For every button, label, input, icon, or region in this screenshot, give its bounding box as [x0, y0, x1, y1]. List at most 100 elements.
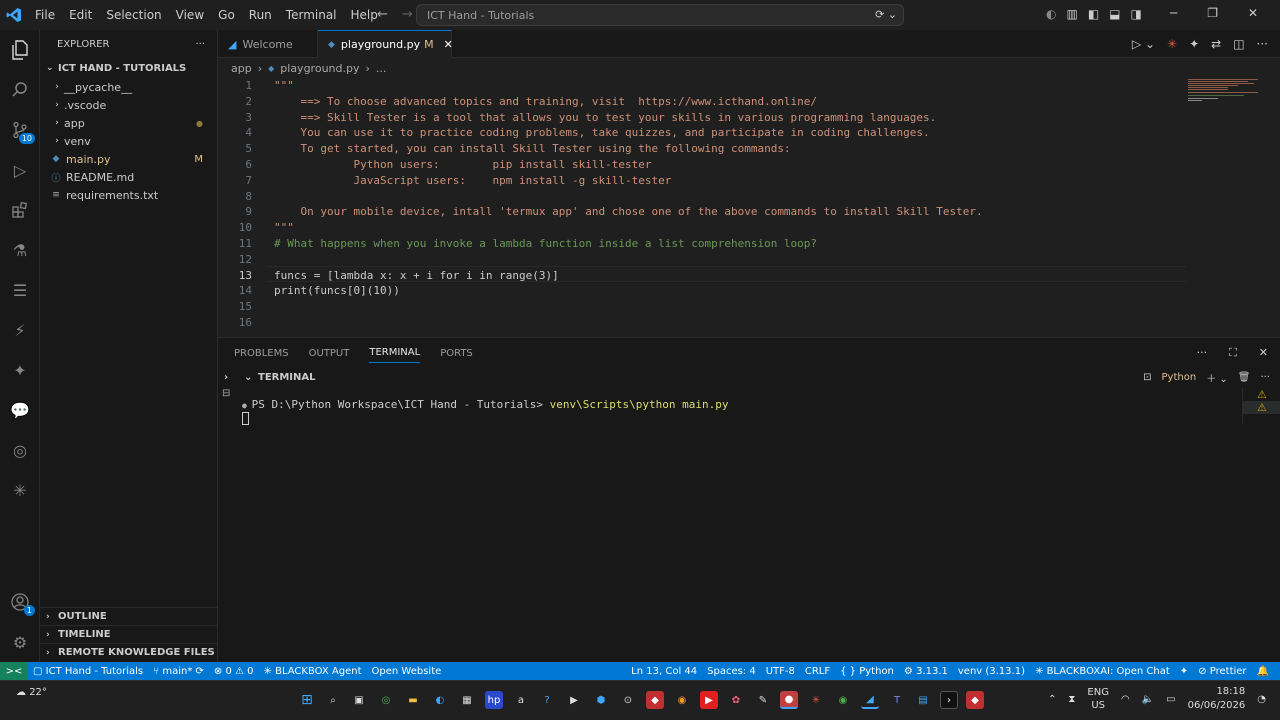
kill-terminal-icon[interactable]: 🗑 — [1238, 372, 1251, 383]
battery-icon[interactable]: ▭ — [1166, 694, 1175, 705]
more-actions-icon[interactable]: ··· — [195, 39, 205, 50]
search-icon[interactable] — [8, 78, 32, 102]
accounts-icon[interactable]: ◐ — [1046, 7, 1056, 21]
timeline-section[interactable]: › TIMELINE — [40, 625, 218, 643]
terminal-taskbar-icon[interactable]: › — [940, 691, 958, 709]
restore-icon[interactable]: ❐ — [1207, 6, 1218, 20]
open-website-status[interactable]: Open Website — [367, 666, 447, 677]
tab-welcome[interactable]: ◢ Welcome — [218, 30, 318, 58]
prettier-status[interactable]: ⊘ Prettier — [1193, 666, 1251, 677]
explorer-icon[interactable] — [8, 38, 32, 62]
copilot-icon[interactable]: ⟳ ⌄ — [875, 8, 897, 21]
toggle-secondary-sidebar-icon[interactable]: ◨ — [1131, 7, 1142, 21]
breadcrumb-symbol[interactable]: ... — [376, 62, 387, 75]
recorder-icon[interactable]: ● — [780, 691, 798, 709]
tab-playground[interactable]: ◆ playground.py M ✕ — [318, 30, 453, 58]
youtube-icon[interactable]: ▶ — [700, 691, 718, 709]
source-control-icon[interactable]: 10 — [8, 118, 35, 144]
close-tab-icon[interactable]: ✕ — [444, 38, 453, 51]
menu-go[interactable]: Go — [211, 8, 242, 22]
terminal-output[interactable]: ● PS D:\Python Workspace\ICT Hand - Tuto… — [242, 398, 728, 425]
warning-icon[interactable]: ⚠ — [1243, 388, 1280, 401]
cursor-position[interactable]: Ln 13, Col 44 — [626, 666, 702, 677]
hp-icon[interactable]: hp — [485, 691, 503, 709]
outline-section[interactable]: › OUTLINE — [40, 607, 218, 625]
menu-run[interactable]: Run — [242, 8, 279, 22]
vscode-taskbar-icon[interactable]: ◢ — [861, 691, 879, 709]
encoding[interactable]: UTF-8 — [761, 666, 800, 677]
branch-status[interactable]: ⑂ main* ⟳ — [148, 666, 209, 677]
tree-item-app[interactable]: › app ● — [40, 114, 217, 132]
volume-icon[interactable]: 🔈 — [1142, 694, 1154, 705]
ai-sparkle-icon[interactable]: ✦ — [8, 358, 32, 382]
breadcrumb-file[interactable]: playground.py — [280, 62, 359, 75]
tree-item-vscode[interactable]: › .vscode — [40, 96, 217, 114]
copilot-side-icon[interactable]: ◎ — [8, 438, 32, 462]
language-mode[interactable]: { } Python — [835, 666, 899, 677]
run-file-icon[interactable]: ▷ ⌄ — [1132, 37, 1155, 51]
file-explorer-icon[interactable]: ▬ — [404, 691, 422, 709]
blackbox-chat-status[interactable]: ✳ BLACKBOXAI: Open Chat — [1030, 666, 1175, 677]
chat-icon[interactable]: 💬 — [8, 398, 32, 422]
compare-icon[interactable]: ⇄ — [1211, 37, 1221, 51]
notifications-icon[interactable]: 🔔 — [1252, 666, 1274, 677]
terminal-side-icon[interactable]: ⊟ — [222, 388, 230, 399]
menu-edit[interactable]: Edit — [62, 8, 99, 22]
blackbox-action-icon[interactable]: ✳ — [1167, 37, 1177, 51]
copilot-status-icon[interactable]: ✦ — [1175, 666, 1193, 677]
language-indicator[interactable]: ENG US — [1087, 686, 1109, 712]
chevron-down-icon[interactable]: ⌄ — [244, 372, 258, 383]
remote-knowledge-section[interactable]: › REMOTE KNOWLEDGE FILES — [40, 643, 218, 661]
tree-item-venv[interactable]: › venv — [40, 132, 217, 150]
help-icon[interactable]: ? — [538, 691, 556, 709]
settings-gear-icon[interactable]: ⚙ — [8, 630, 32, 654]
app-icon[interactable]: ▤ — [914, 691, 932, 709]
menu-file[interactable]: File — [28, 8, 62, 22]
tree-item-main-py[interactable]: ◆ main.py M — [40, 150, 217, 168]
sparkle-action-icon[interactable]: ✦ — [1189, 37, 1199, 51]
problems-status[interactable]: ⊗ 0 ⚠ 0 — [209, 666, 259, 677]
blackbox-taskbar-icon[interactable]: ✳ — [807, 691, 825, 709]
customize-layout-icon[interactable]: ▥ — [1066, 7, 1077, 21]
split-editor-icon[interactable]: ◫ — [1233, 37, 1244, 51]
weather-widget[interactable]: ☁ 22° — [16, 687, 47, 698]
task-view-icon[interactable]: ▣ — [350, 691, 368, 709]
app-icon[interactable]: ✿ — [727, 691, 745, 709]
tasks-icon[interactable]: ☰ — [8, 278, 32, 302]
notepad-icon[interactable]: ✎ — [754, 691, 772, 709]
tab-output[interactable]: OUTPUT — [309, 348, 350, 359]
toggle-panel-icon[interactable]: ⬓ — [1109, 7, 1120, 21]
terminal-shell-label[interactable]: Python — [1162, 372, 1197, 383]
app-icon[interactable]: ◎ — [377, 691, 395, 709]
notification-center-icon[interactable]: ◔ — [1257, 694, 1266, 705]
maximize-panel-icon[interactable]: ⛶ — [1229, 346, 1237, 360]
breadcrumb-folder[interactable]: app — [231, 62, 252, 75]
chevron-up-icon[interactable]: ⌃ — [1048, 694, 1056, 705]
menu-terminal[interactable]: Terminal — [279, 8, 344, 22]
more-actions-icon[interactable]: ··· — [1260, 372, 1270, 383]
tree-item-pycache[interactable]: › __pycache__ — [40, 78, 217, 96]
new-terminal-icon[interactable]: ＋ ⌄ — [1206, 370, 1228, 385]
project-folder[interactable]: ⌄ ICT HAND - TUTORIALS — [40, 58, 217, 78]
app-icon[interactable]: ◆ — [966, 691, 984, 709]
back-arrow-icon[interactable]: ← — [377, 7, 388, 22]
asterisk-icon[interactable]: ✳ — [8, 478, 32, 502]
chrome-icon[interactable]: ◉ — [673, 691, 691, 709]
testing-icon[interactable]: ⚗ — [8, 238, 32, 262]
minimize-icon[interactable]: ─ — [1170, 6, 1177, 20]
app-tray-icon[interactable]: ⧗ — [1068, 694, 1075, 705]
warning-icon[interactable]: ⚠ — [1243, 401, 1280, 414]
store-icon[interactable]: ▦ — [458, 691, 476, 709]
clock[interactable]: 18:18 06/06/2026 — [1188, 685, 1246, 713]
app-icon[interactable]: ⊙ — [619, 691, 637, 709]
line-ending[interactable]: CRLF — [800, 666, 835, 677]
tab-problems[interactable]: PROBLEMS — [234, 348, 289, 359]
run-debug-icon[interactable]: ▷ — [8, 158, 32, 182]
start-icon[interactable]: ⊞ — [298, 691, 316, 709]
tab-terminal[interactable]: TERMINAL — [369, 347, 421, 363]
chrome-icon[interactable]: ◉ — [834, 691, 852, 709]
search-taskbar-icon[interactable]: ⌕ — [324, 691, 342, 709]
wifi-icon[interactable]: ◠ — [1121, 694, 1130, 705]
blackbox-agent-status[interactable]: ✳ BLACKBOX Agent — [259, 666, 367, 677]
extensions-icon[interactable] — [8, 198, 32, 222]
